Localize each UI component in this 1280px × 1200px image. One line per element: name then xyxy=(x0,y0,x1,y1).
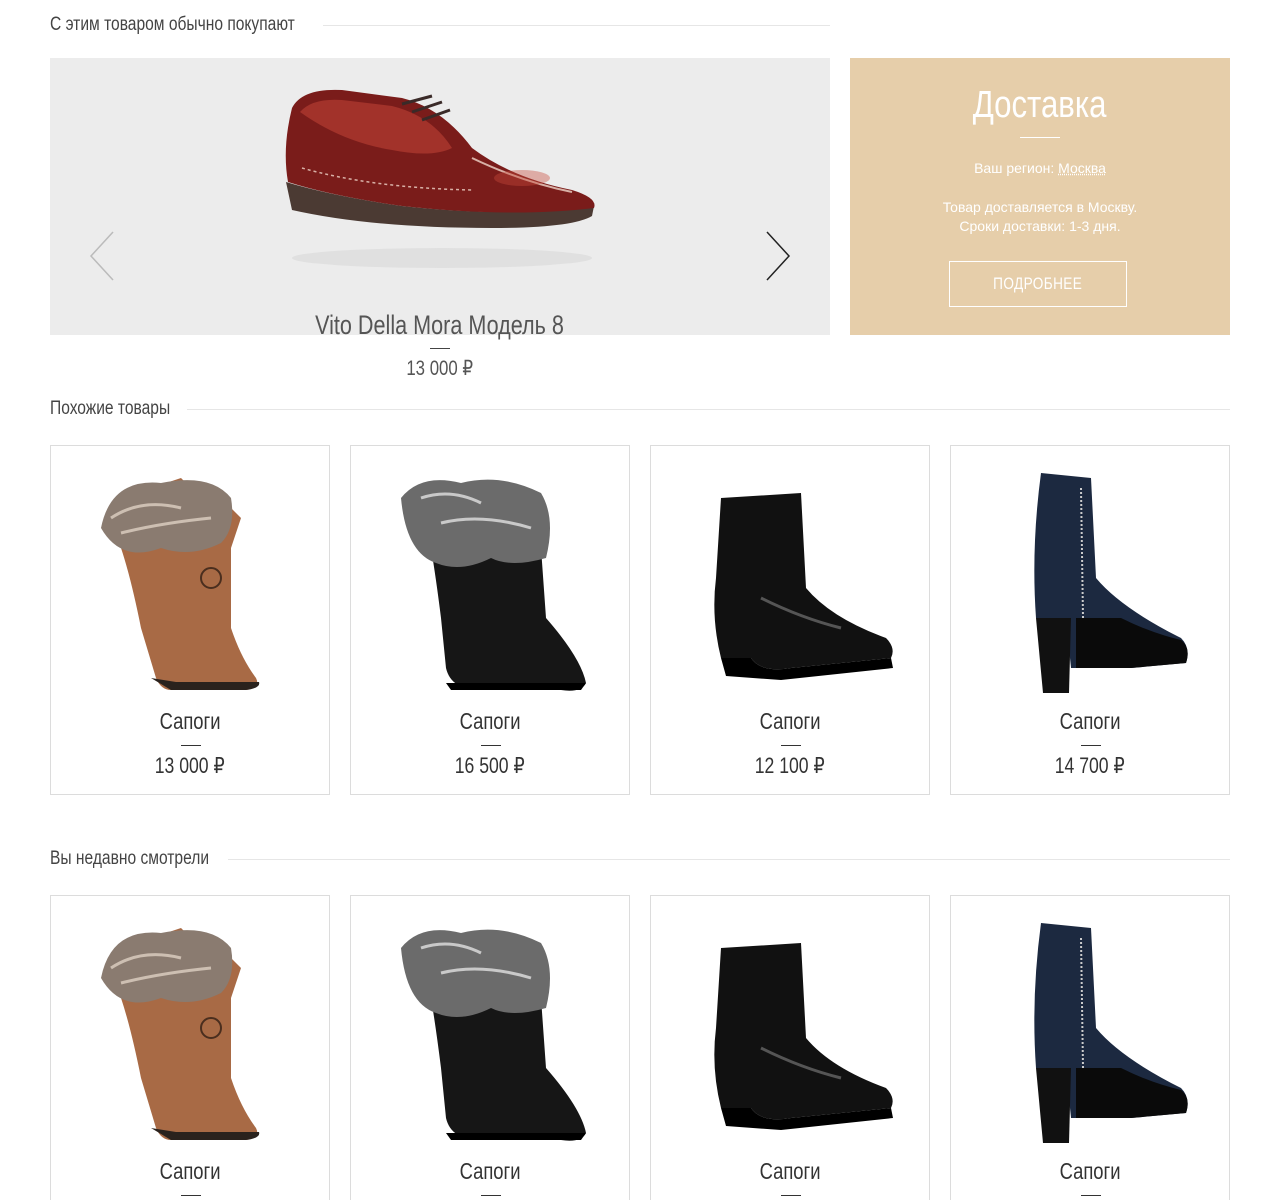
name-divider xyxy=(481,745,501,746)
product-name: Сапоги xyxy=(459,708,521,734)
product-image xyxy=(681,918,901,1148)
name-divider xyxy=(481,1195,501,1196)
product-price: 13 000 ₽ xyxy=(155,753,225,778)
divider xyxy=(228,859,1230,860)
divider xyxy=(187,409,1230,410)
product-image xyxy=(981,468,1201,698)
similar-products-grid: Сапоги 13 000 ₽ Сапоги 16 500 ₽ Сапоги 1 xyxy=(50,445,1230,795)
name-divider xyxy=(181,745,201,746)
chevron-left-icon xyxy=(89,231,114,281)
delivery-info: Товар доставляется в Москву. Сроки доста… xyxy=(850,198,1230,236)
name-divider xyxy=(1081,745,1101,746)
product-price: 16 500 ₽ xyxy=(455,753,525,778)
name-divider xyxy=(181,1195,201,1196)
product-price: 12 100 ₽ xyxy=(755,753,825,778)
delivery-info-line1: Товар доставляется в Москву. xyxy=(942,199,1138,215)
product-name: Сапоги xyxy=(759,1158,821,1184)
recent-header: Вы недавно смотрели xyxy=(50,844,1230,874)
delivery-info-line2: Сроки доставки: 1-3 дня. xyxy=(959,218,1121,234)
product-card[interactable]: Сапоги xyxy=(950,895,1230,1200)
product-name: Сапоги xyxy=(1059,1158,1121,1184)
carousel-next-button[interactable] xyxy=(757,228,797,284)
product-card[interactable]: Сапоги 13 000 ₽ xyxy=(50,445,330,795)
section-title: Вы недавно смотрели xyxy=(50,848,210,869)
region-label: Ваш регион: xyxy=(974,160,1055,176)
product-price: 14 700 ₽ xyxy=(1055,753,1125,778)
name-divider xyxy=(781,745,801,746)
name-divider xyxy=(1081,1195,1101,1196)
product-card[interactable]: Сапоги xyxy=(650,895,930,1200)
section-title: Похожие товары xyxy=(50,398,171,419)
product-card[interactable]: Сапоги 16 500 ₽ xyxy=(350,445,630,795)
product-card[interactable]: Сапоги xyxy=(350,895,630,1200)
delivery-region: Ваш регион: Москва xyxy=(850,160,1230,176)
product-card[interactable]: Сапоги 14 700 ₽ xyxy=(950,445,1230,795)
similar-header: Похожие товары xyxy=(50,394,1230,424)
product-image xyxy=(81,468,301,698)
product-price: 13 000 ₽ xyxy=(406,357,474,380)
name-divider xyxy=(430,348,450,349)
delivery-more-button[interactable]: ПОДРОБНЕЕ xyxy=(949,261,1127,307)
section-title: С этим товаром обычно покупают xyxy=(50,14,295,35)
divider xyxy=(323,25,830,26)
region-link[interactable]: Москва xyxy=(1058,160,1106,176)
product-image xyxy=(81,918,301,1148)
product-carousel: Vito Della Mora Модель 8 13 000 ₽ xyxy=(50,58,830,380)
product-name: Сапоги xyxy=(1059,708,1121,734)
product-name: Сапоги xyxy=(759,708,821,734)
delivery-title: Доставка xyxy=(973,84,1107,126)
name-divider xyxy=(781,1195,801,1196)
product-name: Сапоги xyxy=(159,708,221,734)
product-name[interactable]: Vito Della Mora Модель 8 xyxy=(50,310,830,341)
product-name: Сапоги xyxy=(459,1158,521,1184)
product-card[interactable]: Сапоги 12 100 ₽ xyxy=(650,445,930,795)
product-image xyxy=(681,468,901,698)
product-card[interactable]: Сапоги xyxy=(50,895,330,1200)
product-image xyxy=(381,918,601,1148)
product-image[interactable] xyxy=(272,78,612,278)
recent-products-grid: Сапоги Сапоги Сапоги Сапоги xyxy=(50,895,1230,1200)
product-name: Сапоги xyxy=(159,1158,221,1184)
delivery-panel: Доставка Ваш регион: Москва Товар достав… xyxy=(850,58,1230,335)
chevron-right-icon xyxy=(766,231,791,281)
bought-together-header: С этим товаром обычно покупают xyxy=(50,10,830,40)
delivery-divider xyxy=(1020,137,1060,138)
product-image xyxy=(981,918,1201,1148)
product-image xyxy=(381,468,601,698)
carousel-prev-button[interactable] xyxy=(85,228,125,284)
